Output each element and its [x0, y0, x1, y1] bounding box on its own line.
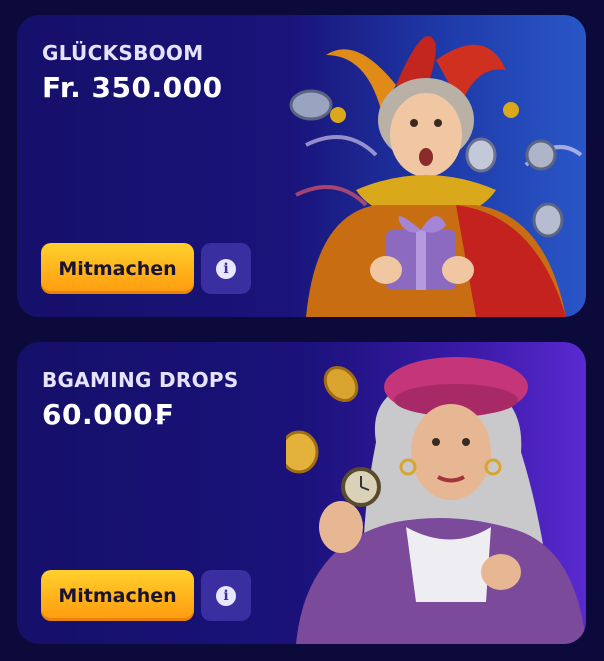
- jester-illustration: [289, 36, 583, 317]
- promo-title: GLÜCKSBOOM: [42, 41, 204, 65]
- prize-amount: Fr. 350.000: [42, 71, 223, 104]
- join-button[interactable]: Mitmachen: [41, 570, 194, 621]
- promo-card-gluecksboom[interactable]: GLÜCKSBOOM Fr. 350.000 Mitmachen i: [17, 15, 586, 317]
- info-button[interactable]: i: [201, 570, 251, 621]
- info-button[interactable]: i: [201, 243, 251, 294]
- promo-card-bgaming-drops[interactable]: BGAMING DROPS 60.000₣ Mitmachen i: [17, 342, 586, 644]
- join-button[interactable]: Mitmachen: [41, 243, 194, 294]
- prize-amount: 60.000₣: [42, 398, 174, 431]
- info-icon: i: [216, 258, 236, 279]
- info-icon: i: [216, 585, 236, 606]
- promo-title: BGAMING DROPS: [42, 368, 239, 392]
- beret-woman-illustration: [286, 357, 586, 644]
